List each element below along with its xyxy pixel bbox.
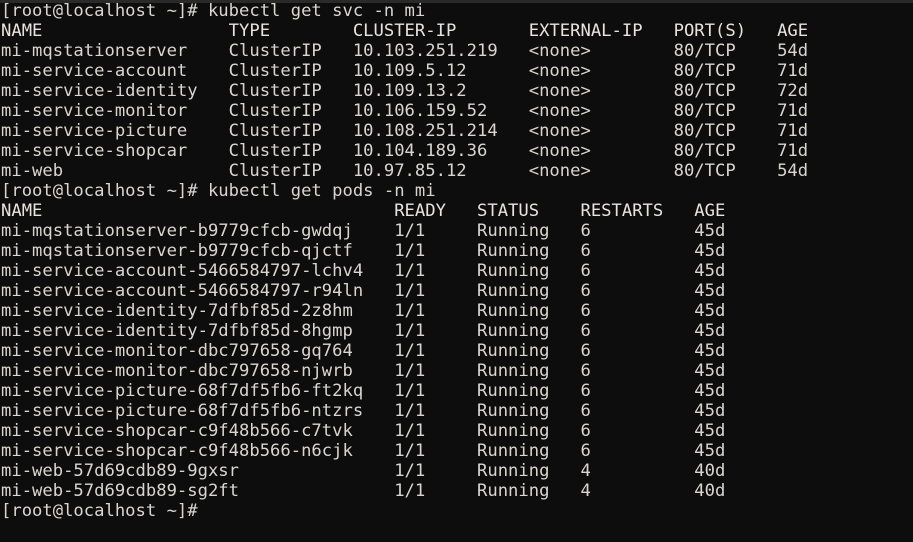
terminal-window[interactable]: [root@localhost ~]# kubectl get svc -n m…	[0, 0, 913, 542]
pod-row: mi-web-57d69cdb89-9gxsr 1/1 Running 4 40…	[1, 461, 726, 481]
pod-row: mi-service-picture-68f7df5fb6-ntzrs 1/1 …	[1, 401, 726, 421]
service-row: mi-service-picture ClusterIP 10.108.251.…	[1, 121, 809, 141]
service-row: mi-web ClusterIP 10.97.85.12 <none> 80/T…	[1, 161, 809, 181]
pod-row: mi-web-57d69cdb89-sg2ft 1/1 Running 4 40…	[1, 481, 726, 501]
pods-table-header: NAME READY STATUS RESTARTS AGE	[1, 201, 726, 221]
services-table-header: NAME TYPE CLUSTER-IP EXTERNAL-IP PORT(S)…	[1, 21, 809, 41]
pod-row: mi-service-monitor-dbc797658-gq764 1/1 R…	[1, 341, 726, 361]
shell-prompt-current[interactable]: [root@localhost ~]#	[1, 501, 913, 521]
pod-row: mi-service-identity-7dfbf85d-2z8hm 1/1 R…	[1, 301, 726, 321]
command-line-svc: [root@localhost ~]# kubectl get svc -n m…	[1, 1, 426, 21]
terminal-screen[interactable]: [root@localhost ~]# kubectl get svc -n m…	[0, 0, 913, 521]
service-row: mi-mqstationserver ClusterIP 10.103.251.…	[1, 41, 809, 61]
pod-row: mi-service-account-5466584797-lchv4 1/1 …	[1, 261, 726, 281]
pod-row: mi-service-shopcar-c9f48b566-c7tvk 1/1 R…	[1, 421, 726, 441]
service-row: mi-service-identity ClusterIP 10.109.13.…	[1, 81, 809, 101]
service-row: mi-service-account ClusterIP 10.109.5.12…	[1, 61, 809, 81]
pod-row: mi-service-shopcar-c9f48b566-n6cjk 1/1 R…	[1, 441, 726, 461]
pod-row: mi-service-identity-7dfbf85d-8hgmp 1/1 R…	[1, 321, 726, 341]
command-line-pods: [root@localhost ~]# kubectl get pods -n …	[1, 181, 436, 201]
service-row: mi-service-monitor ClusterIP 10.106.159.…	[1, 101, 809, 121]
service-row: mi-service-shopcar ClusterIP 10.104.189.…	[1, 141, 809, 161]
pod-row: mi-service-account-5466584797-r94ln 1/1 …	[1, 281, 726, 301]
pod-row: mi-service-picture-68f7df5fb6-ft2kq 1/1 …	[1, 381, 726, 401]
pod-row: mi-mqstationserver-b9779cfcb-qjctf 1/1 R…	[1, 241, 726, 261]
pod-row: mi-service-monitor-dbc797658-njwrb 1/1 R…	[1, 361, 726, 381]
pod-row: mi-mqstationserver-b9779cfcb-gwdqj 1/1 R…	[1, 221, 726, 241]
